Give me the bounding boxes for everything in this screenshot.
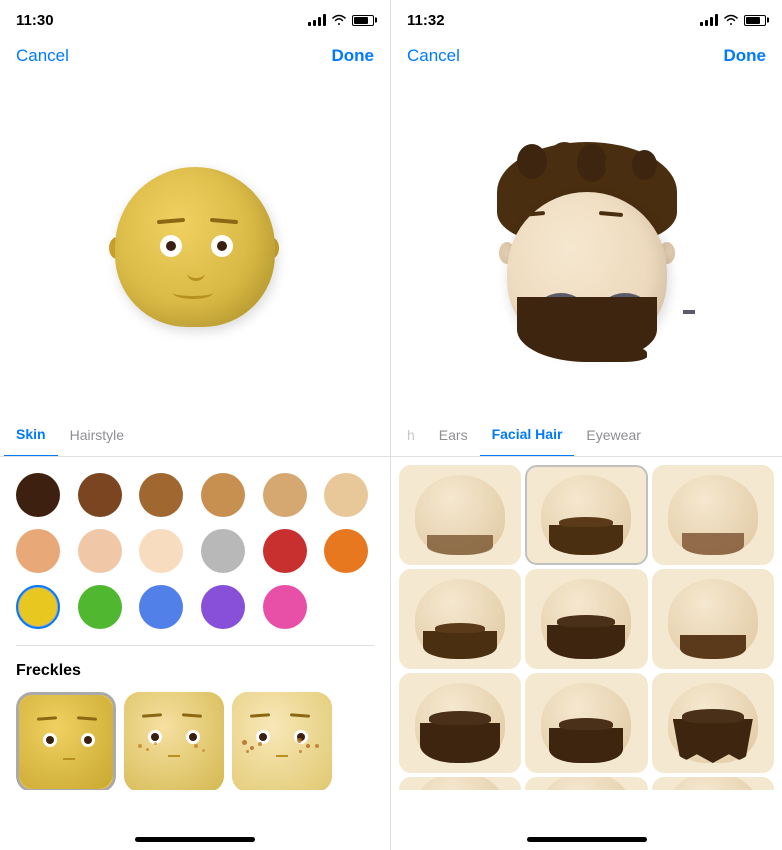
freckle-option-2[interactable]	[124, 692, 224, 790]
freckle-option-1[interactable]	[16, 692, 116, 790]
freckles-label: Freckles	[0, 654, 390, 684]
color-swatch-1[interactable]	[16, 473, 60, 517]
tab-facial-hair[interactable]: Facial Hair	[480, 413, 575, 457]
color-swatch-14[interactable]	[78, 585, 122, 629]
tab-ears[interactable]: Ears	[427, 413, 480, 457]
fh-item-2[interactable]	[525, 465, 647, 565]
fh-item-12[interactable]	[652, 777, 774, 790]
color-swatch-5[interactable]	[263, 473, 307, 517]
right-eyebrow-right	[598, 210, 622, 216]
color-swatch-13[interactable]	[16, 585, 60, 629]
freckles-grid	[0, 684, 390, 790]
tab-eyewear[interactable]: Eyewear	[574, 413, 652, 457]
right-panel: 11:32 Cancel Done	[391, 0, 782, 850]
fh-item-7[interactable]	[399, 673, 521, 773]
right-status-icons	[700, 13, 766, 28]
left-cancel-button[interactable]: Cancel	[16, 46, 69, 66]
left-status-icons	[308, 13, 374, 28]
color-swatch-10[interactable]	[201, 529, 245, 573]
tab-skin[interactable]: Skin	[4, 413, 58, 457]
color-swatch-16[interactable]	[201, 585, 245, 629]
left-done-button[interactable]: Done	[332, 46, 375, 66]
color-swatch-grid	[0, 457, 390, 637]
fh-item-11[interactable]	[525, 777, 647, 790]
right-status-bar: 11:32	[391, 0, 782, 36]
right-avatar	[487, 132, 687, 362]
left-content: Freckles	[0, 457, 390, 790]
left-avatar-area	[0, 80, 390, 413]
right-content	[391, 457, 782, 790]
right-nav-bar: Cancel Done	[391, 36, 782, 80]
color-swatch-12[interactable]	[324, 529, 368, 573]
fh-item-1[interactable]	[399, 465, 521, 565]
left-panel: 11:30 Cancel Done	[0, 0, 391, 850]
tab-partial[interactable]: h	[395, 413, 427, 457]
left-eyebrow-right	[210, 217, 238, 223]
fh-item-8[interactable]	[525, 673, 647, 773]
divider-1	[16, 645, 374, 646]
color-swatch-15[interactable]	[139, 585, 183, 629]
color-swatch-4[interactable]	[201, 473, 245, 517]
color-swatch-8[interactable]	[78, 529, 122, 573]
left-eyebrow-left	[157, 217, 185, 223]
fh-item-9[interactable]	[652, 673, 774, 773]
left-nav-bar: Cancel Done	[0, 36, 390, 80]
fh-item-4[interactable]	[399, 569, 521, 669]
freckle-option-3[interactable]	[232, 692, 332, 790]
color-swatch-3[interactable]	[139, 473, 183, 517]
color-swatch-11[interactable]	[263, 529, 307, 573]
right-cancel-button[interactable]: Cancel	[407, 46, 460, 66]
left-tabs: Skin Hairstyle	[0, 413, 390, 457]
color-swatch-17[interactable]	[263, 585, 307, 629]
right-tabs: h Ears Facial Hair Eyewear	[391, 413, 782, 457]
color-swatch-2[interactable]	[78, 473, 122, 517]
left-signal-icon	[308, 14, 326, 26]
left-wifi-icon	[331, 13, 347, 28]
right-done-button[interactable]: Done	[724, 46, 767, 66]
left-status-bar: 11:30	[0, 0, 390, 36]
left-bottom-bar	[0, 790, 390, 850]
color-swatch-6[interactable]	[324, 473, 368, 517]
left-avatar-face	[115, 167, 275, 327]
left-nose	[187, 265, 205, 281]
right-avatar-beard	[517, 297, 657, 362]
right-bottom-bar	[391, 790, 782, 850]
right-signal-icon	[700, 14, 718, 26]
right-avatar-area	[391, 80, 782, 413]
left-battery-icon	[352, 15, 374, 26]
left-avatar	[105, 157, 285, 337]
right-battery-icon	[744, 15, 766, 26]
fh-item-3[interactable]	[652, 465, 774, 565]
tab-hairstyle[interactable]: Hairstyle	[58, 413, 136, 457]
right-scroll-indicator	[527, 837, 647, 842]
color-swatch-7[interactable]	[16, 529, 60, 573]
fh-item-5[interactable]	[525, 569, 647, 669]
left-scroll-indicator	[135, 837, 255, 842]
left-status-time: 11:30	[16, 12, 54, 29]
color-swatch-9[interactable]	[139, 529, 183, 573]
left-eye-left	[160, 235, 182, 257]
fh-item-10[interactable]	[399, 777, 521, 790]
facial-hair-grid	[391, 457, 782, 790]
left-eye-right	[211, 235, 233, 257]
fh-item-6[interactable]	[652, 569, 774, 669]
left-mouth	[173, 287, 213, 299]
right-wifi-icon	[723, 13, 739, 28]
right-status-time: 11:32	[407, 12, 445, 29]
